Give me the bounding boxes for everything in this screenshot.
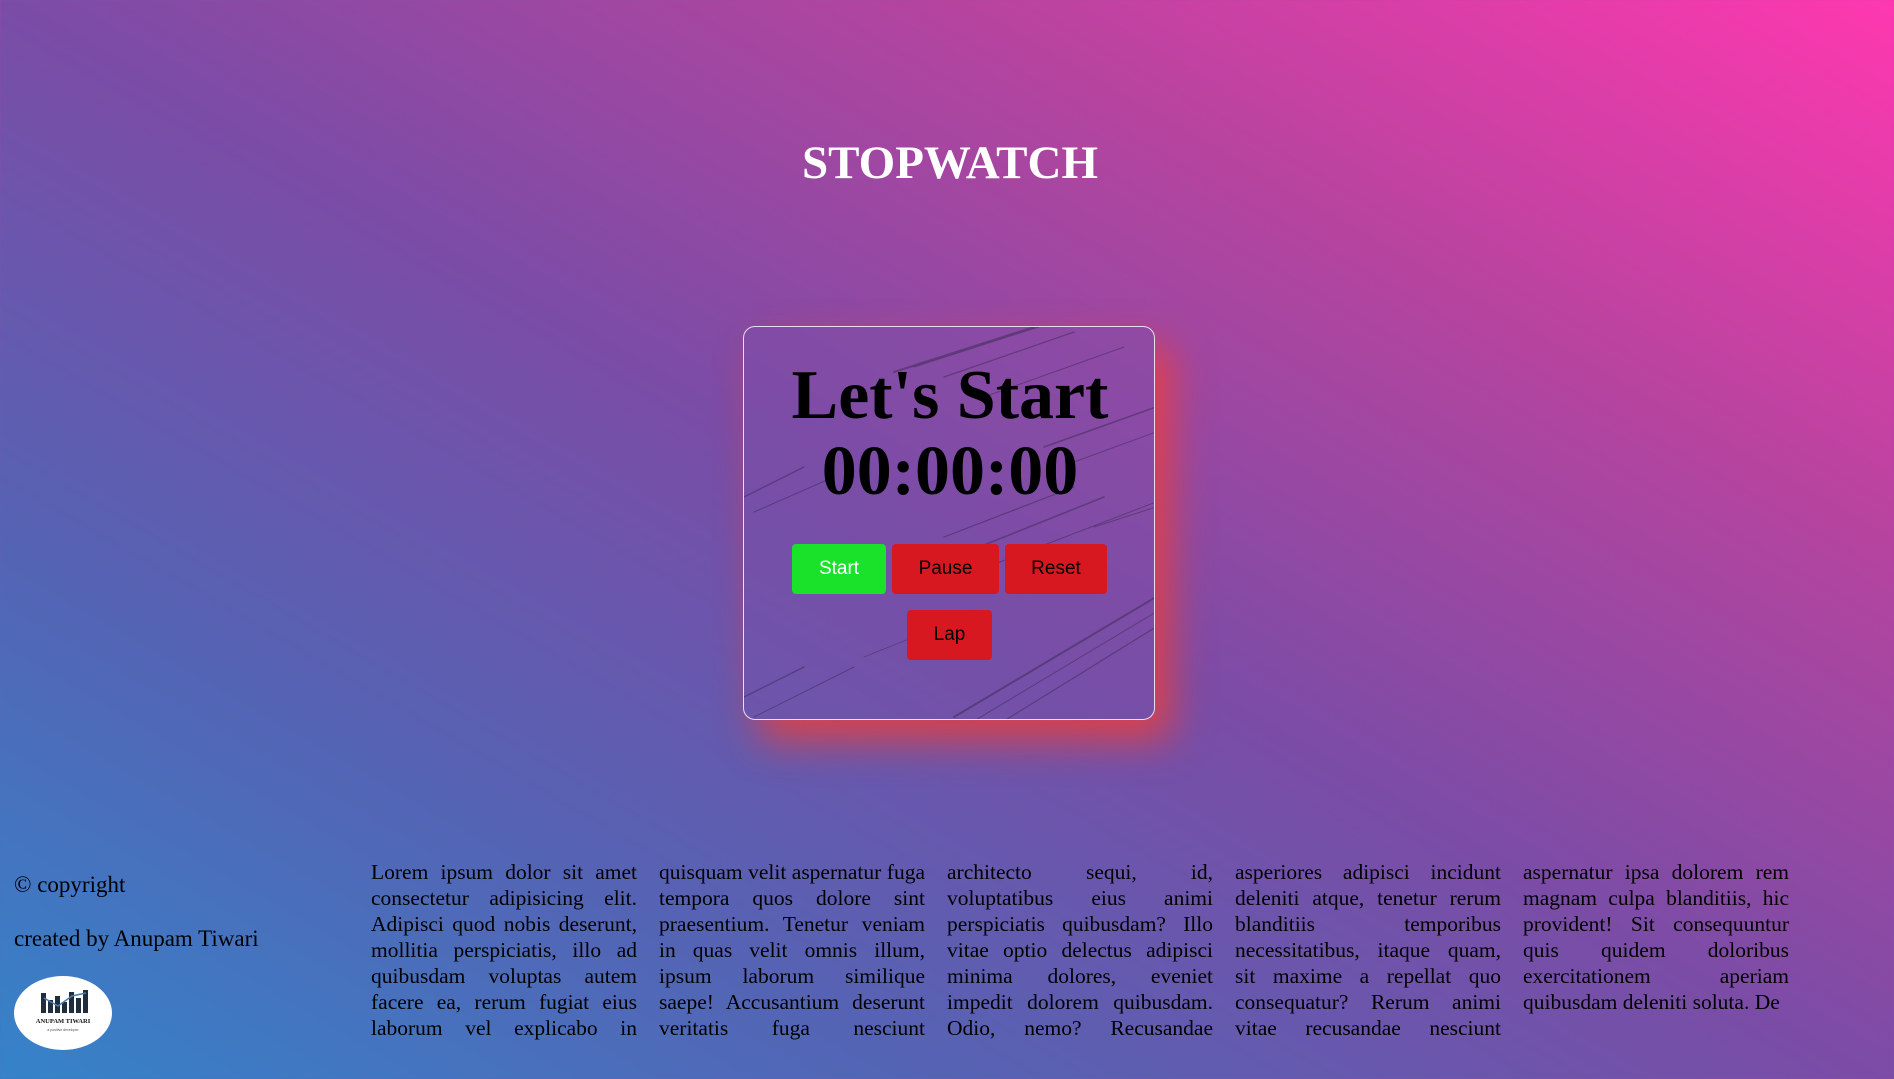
start-button[interactable]: Start (792, 544, 886, 594)
lap-button[interactable]: Lap (907, 610, 992, 660)
footer-paragraph-5: aspernatur ipsa dolorem rem magnam culpa… (1523, 860, 1789, 1014)
stopwatch-card: Let's Start 00:00:00 Start Pause Reset L… (743, 326, 1155, 720)
stopwatch-heading: Let's Start (791, 357, 1109, 434)
copyright-text: © copyright (14, 872, 126, 897)
footer-paragraph-1: Lorem ipsum dolor sit amet consectetur a… (371, 860, 637, 1040)
reset-button[interactable]: Reset (1005, 544, 1107, 594)
bar-chart-logo-icon: ANUPAM TIWARI a positive developer (36, 990, 91, 1032)
author-credit: created by Anupam Tiwari (14, 926, 259, 951)
footer-paragraph-4: asperiores adipisci incidunt deleniti at… (1235, 860, 1501, 1040)
logo-tagline: a positive developer (47, 1028, 79, 1032)
pause-button[interactable]: Pause (892, 544, 999, 594)
footer-paragraph-3: architecto sequi, id, voluptatibus eius … (947, 860, 1213, 1040)
logo-name: ANUPAM TIWARI (36, 1018, 91, 1025)
footer-paragraph-2: quisquam velit aspernatur fuga tempora q… (659, 860, 925, 1040)
stopwatch-time-display: 00:00:00 (821, 433, 1079, 510)
author-logo: ANUPAM TIWARI a positive developer (14, 976, 112, 1050)
page-title: STOPWATCH (802, 137, 1098, 189)
